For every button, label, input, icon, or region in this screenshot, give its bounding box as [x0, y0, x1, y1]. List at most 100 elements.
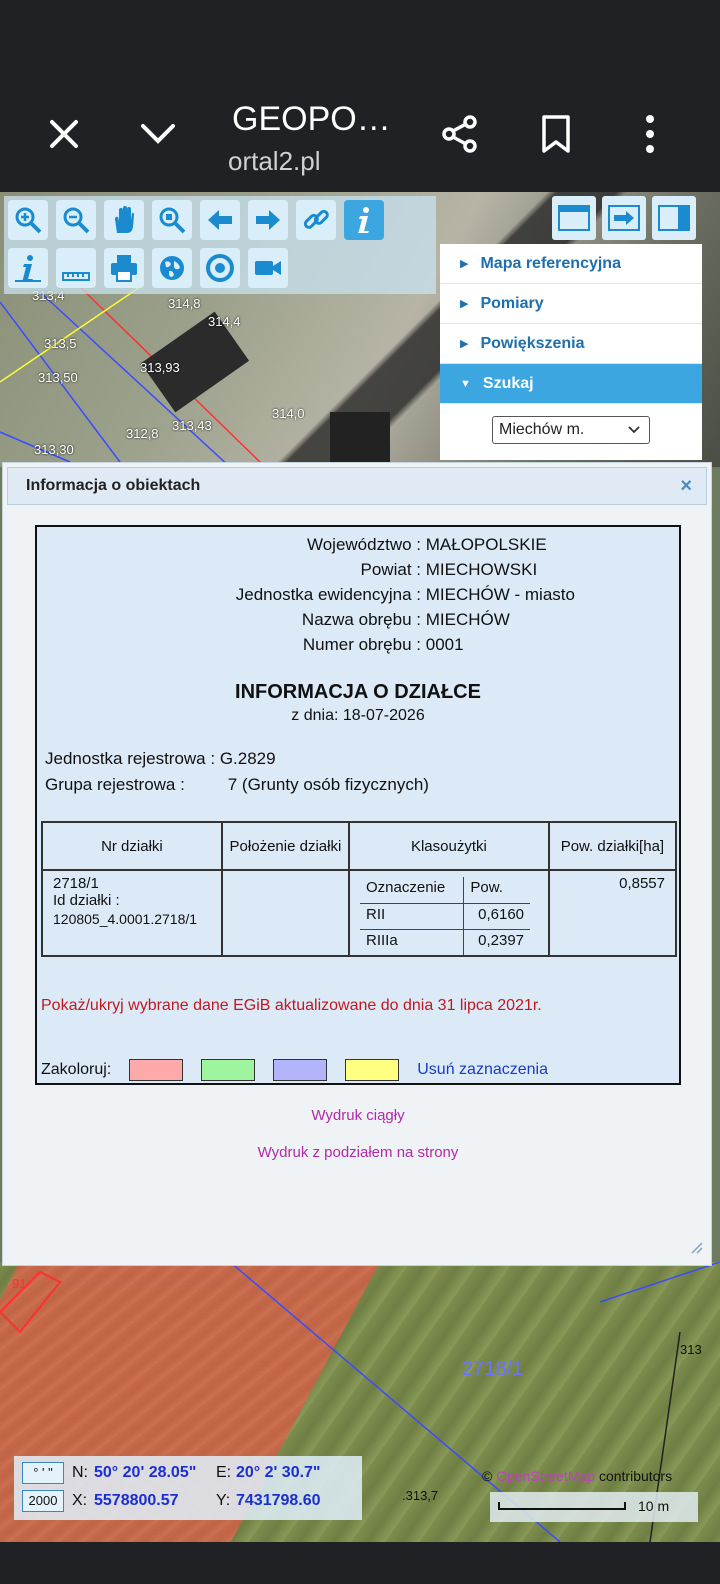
target-icon[interactable] [200, 248, 240, 288]
coord-label: N: [72, 1464, 88, 1481]
close-icon[interactable] [40, 110, 88, 158]
field-powiat: Powiat : MIECHOWSKI [37, 560, 677, 580]
zoom-out-icon[interactable] [56, 200, 96, 240]
field-jednostka: Jednostka ewidencyjna : MIECHÓW - miasto [37, 585, 677, 605]
color-swatch-red[interactable] [129, 1059, 184, 1081]
print-continuous-link[interactable]: Wydruk ciągły [3, 1107, 713, 1124]
globe-icon[interactable] [152, 248, 192, 288]
field-label: Powiat : [360, 560, 421, 579]
land-class-area: 0,2397 [463, 929, 531, 955]
color-swatch-yellow[interactable] [345, 1059, 400, 1081]
menu-item-szukaj[interactable]: ▼ Szukaj [440, 364, 702, 404]
table-row: RIIIa 0,2397 [360, 929, 531, 955]
video-camera-icon[interactable] [248, 248, 288, 288]
ruler-icon[interactable] [56, 248, 96, 288]
map-label: 313,50 [38, 370, 78, 385]
land-class-code: RIIIa [366, 931, 398, 949]
location-select[interactable]: Miechów m. [492, 416, 650, 444]
field-label: Województwo : [306, 535, 421, 554]
column-header: Nr działki [41, 821, 223, 871]
dock-right-icon[interactable] [602, 196, 646, 240]
field-wojewodztwo: Województwo : MAŁOPOLSKIE [37, 535, 677, 555]
menu-item-powiekszenia[interactable]: ▶ Powiększenia [440, 324, 702, 364]
right-panel: ▶ Mapa referencyjna ▶ Pomiary ▶ Powiększeni… [438, 192, 710, 462]
menu-item-label: Szukaj [482, 374, 534, 392]
coord-format-2000-button[interactable]: 2000 [22, 1490, 64, 1512]
field-numer-obrebu: Numer obrębu : 0001 [37, 635, 677, 655]
map-view[interactable]: 313,4 314,8 314,4 313,5 313,50 313,93 31… [0, 192, 720, 1542]
parcel-info-card: Województwo : MAŁOPOLSKIE Powiat : MIECH… [35, 525, 681, 1085]
print-icon[interactable] [104, 248, 144, 288]
map-label: 313,5 [44, 336, 77, 351]
zoom-in-icon[interactable] [8, 200, 48, 240]
column-header: Oznaczenie [360, 877, 464, 904]
field-label: Nazwa obrębu : [301, 610, 421, 629]
parcel-info-date: z dnia: 18-07-2026 [291, 707, 425, 724]
zoom-extent-icon[interactable] [152, 200, 192, 240]
scale-label: 10 m [638, 1498, 670, 1514]
map-attribution: © OpenStreetMap contributors [482, 1468, 672, 1484]
page-title: GEOPO… [232, 100, 391, 138]
field-label: Numer obrębu : [302, 635, 421, 654]
pan-hand-icon[interactable] [104, 200, 144, 240]
colorize-label: Zakoloruj: [41, 1061, 112, 1078]
parcel-number: 2718/1 [53, 875, 99, 892]
object-info-window: Informacja o obiektach × Województwo : M… [2, 462, 712, 1266]
menu-item-mapa-referencyjna[interactable]: ▶ Mapa referencyjna [440, 244, 702, 284]
field-jednostka-rejestrowa: Jednostka rejestrowa : G.2829 [45, 749, 276, 769]
coord-format-dms-button[interactable]: ° ' " [22, 1462, 64, 1484]
attribution-prefix: © [482, 1468, 493, 1484]
column-header: Klasoużytki [348, 821, 550, 871]
arrow-right-icon[interactable] [248, 200, 288, 240]
info-icon[interactable] [344, 200, 384, 240]
menu-item-label: Mapa referencyjna [480, 254, 621, 272]
field-grupa-rejestrowa: Grupa rejestrowa : 7 (Grunty osób fizycz… [45, 775, 429, 795]
map-label: 313,43 [172, 418, 212, 433]
more-vert-icon[interactable] [626, 110, 674, 158]
print-paged-link[interactable]: Wydruk z podziałem na strony [3, 1144, 713, 1161]
land-class-code: RII [360, 903, 464, 930]
window-icon[interactable] [552, 196, 596, 240]
field-label: Grupa rejestrowa : [45, 775, 185, 794]
attribution-suffix: contributors [598, 1468, 673, 1484]
color-swatch-blue[interactable] [273, 1059, 328, 1081]
field-value: G.2829 [219, 749, 276, 768]
menu-item-pomiary[interactable]: ▶ Pomiary [440, 284, 702, 324]
info-list-icon[interactable] [8, 248, 48, 288]
parcel-number-cell: 2718/1 Id działki : 120805_4.0001.2718/1 [41, 869, 223, 957]
osm-link[interactable]: OpenStreetMap [496, 1468, 595, 1484]
table-row: 2718/1 Id działki : 120805_4.0001.2718/1… [41, 869, 678, 957]
egib-toggle-link[interactable]: Pokaż/ukryj wybrane dane EGiB aktualizow… [41, 997, 542, 1015]
coord-label: E: [216, 1464, 232, 1481]
share-icon[interactable] [436, 110, 484, 158]
field-obreb: Nazwa obrębu : MIECHÓW [37, 610, 677, 630]
column-header: Położenie działki [220, 821, 351, 871]
coord-label: Y: [216, 1492, 231, 1509]
caret-right-icon: ▶ [460, 298, 469, 310]
info-window-header[interactable]: Informacja o obiektach × [7, 467, 707, 505]
resize-handle-icon[interactable] [687, 1238, 703, 1257]
map-label: 314,4 [208, 314, 241, 329]
bookmark-icon[interactable] [532, 110, 580, 158]
color-swatch-green[interactable] [201, 1059, 256, 1081]
field-label: Jednostka ewidencyjna : [235, 585, 421, 604]
field-value: 0001 [425, 635, 464, 654]
field-value: MIECHOWSKI [425, 560, 538, 579]
link-icon[interactable] [296, 200, 336, 240]
chevron-down-icon[interactable] [134, 110, 182, 158]
land-classes-cell: Oznaczenie Pow. RII 0,6160 RIIIa 0,2397 [348, 869, 550, 957]
close-icon[interactable]: × [680, 468, 692, 504]
map-label: 313,93 [140, 360, 180, 375]
colorize-row: Zakoloruj: Usuń zaznaczenia [41, 1059, 548, 1081]
parcel-number-label: 2718/1 [462, 1358, 524, 1380]
field-value: MIECHÓW - miasto [425, 585, 575, 604]
coord-e-value: 20° 2' 30.7" [236, 1464, 321, 1481]
sidebar-icon[interactable] [652, 196, 696, 240]
clear-selection-link[interactable]: Usuń zaznaczenia [417, 1061, 548, 1079]
caret-down-icon: ▼ [460, 377, 471, 390]
search-select-row: Miechów m. [440, 404, 702, 460]
arrow-left-icon[interactable] [200, 200, 240, 240]
menu-item-label: Pomiary [480, 294, 544, 312]
map-label: 313,30 [34, 442, 74, 457]
page-url[interactable]: ortal2.pl [228, 146, 321, 177]
